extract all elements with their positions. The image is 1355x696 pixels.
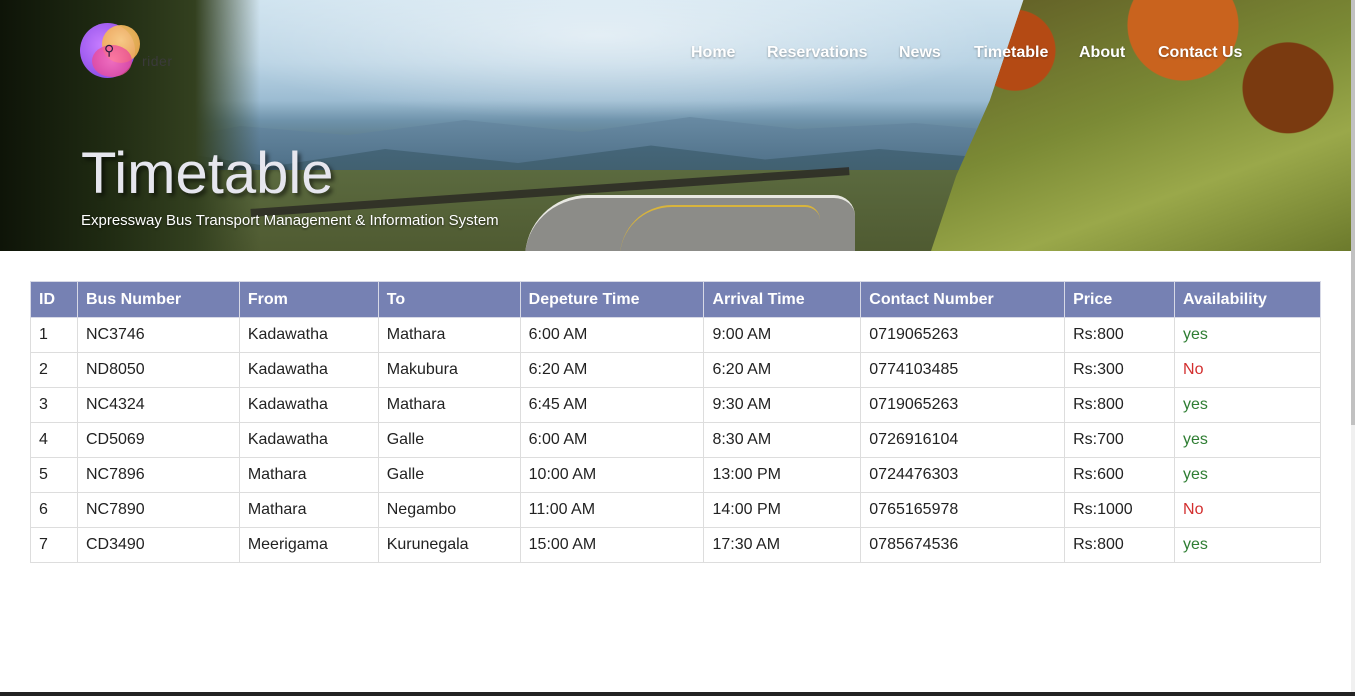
table-row: 1 NC3746 Kadawatha Mathara 6:00 AM 9:00 AM 071… [30, 317, 1321, 353]
table-cell: Negambo [377, 492, 521, 528]
table-cell: Rs:300 [1064, 352, 1176, 388]
table-cell: Mathara [238, 457, 379, 493]
column-header: Contact Number [860, 281, 1066, 318]
nav-timetable[interactable]: Timetable [974, 44, 1079, 62]
column-header: Availability [1174, 281, 1321, 318]
table-cell: Kadawatha [238, 352, 379, 388]
table-cell: 17:30 AM [703, 527, 862, 563]
brand-name: rider [142, 53, 173, 69]
table-cell: Kadawatha [238, 387, 379, 423]
table-cell: Kadawatha [238, 422, 379, 458]
table-cell: 2 [30, 352, 78, 388]
table-cell: 0774103485 [860, 352, 1066, 388]
nav-news[interactable]: News [899, 44, 974, 62]
hero-banner: ⚲ rider Home Reservations News Timetable Abo… [0, 0, 1351, 251]
table-cell: 9:30 AM [703, 387, 862, 423]
availability-cell: No [1174, 492, 1321, 528]
nav-about[interactable]: About [1079, 44, 1158, 62]
window-bottom-edge [0, 692, 1355, 696]
column-header: From [238, 281, 379, 318]
table-cell: 14:00 PM [703, 492, 862, 528]
table-row: 4 CD5069 Kadawatha Galle 6:00 AM 8:30 AM 07269… [30, 422, 1321, 458]
table-cell: Galle [377, 422, 521, 458]
table-cell: 6:20 AM [703, 352, 862, 388]
table-cell: 6:00 AM [519, 317, 705, 353]
table-cell: ND8050 [76, 352, 240, 388]
table-cell: Galle [377, 457, 521, 493]
table-cell: 0719065263 [860, 317, 1066, 353]
table-cell: 1 [30, 317, 78, 353]
column-header: Price [1064, 281, 1176, 318]
table-cell: NC7896 [76, 457, 240, 493]
column-header: ID [30, 281, 78, 318]
page-subtitle: Expressway Bus Transport Management & In… [81, 212, 499, 229]
table-row: 5 NC7896 Mathara Galle 10:00 AM 13:00 PM 07244… [30, 457, 1321, 493]
availability-cell: yes [1174, 387, 1321, 423]
table-header-row: ID Bus Number From To Depeture Time Arrival T… [30, 281, 1321, 318]
main-nav: Home Reservations News Timetable About Contac… [691, 44, 1248, 62]
table-cell: 0719065263 [860, 387, 1066, 423]
table-cell: NC7890 [76, 492, 240, 528]
table-row: 6 NC7890 Mathara Negambo 11:00 AM 14:00 PM 076… [30, 492, 1321, 528]
table-cell: Rs:1000 [1064, 492, 1176, 528]
table-cell: 0726916104 [860, 422, 1066, 458]
table-cell: 6:20 AM [519, 352, 705, 388]
table-cell: Rs:800 [1064, 387, 1176, 423]
table-cell: 6:45 AM [519, 387, 705, 423]
table-row: 7 CD3490 Meerigama Kurunegala 15:00 AM 17:30 … [30, 527, 1321, 563]
hero-road-line [620, 205, 820, 251]
nav-home[interactable]: Home [691, 44, 767, 62]
table-cell: CD3490 [76, 527, 240, 563]
table-cell: Mathara [377, 387, 521, 423]
table-cell: 11:00 AM [519, 492, 705, 528]
table-cell: NC4324 [76, 387, 240, 423]
table-row: 2 ND8050 Kadawatha Makubura 6:20 AM 6:20 AM 07… [30, 352, 1321, 388]
map-pin-icon: ⚲ [104, 42, 115, 58]
table-cell: Kadawatha [238, 317, 379, 353]
site-logo[interactable]: ⚲ rider [80, 23, 205, 81]
table-cell: 0724476303 [860, 457, 1066, 493]
table-cell: 13:00 PM [703, 457, 862, 493]
table-cell: 9:00 AM [703, 317, 862, 353]
column-header: Depeture Time [519, 281, 705, 318]
availability-cell: yes [1174, 422, 1321, 458]
table-cell: 6 [30, 492, 78, 528]
table-cell: 0785674536 [860, 527, 1066, 563]
availability-cell: yes [1174, 317, 1321, 353]
table-cell: Kurunegala [377, 527, 521, 563]
table-cell: Meerigama [238, 527, 379, 563]
table-cell: 0765165978 [860, 492, 1066, 528]
table-cell: Makubura [377, 352, 521, 388]
column-header: Arrival Time [703, 281, 862, 318]
table-cell: 7 [30, 527, 78, 563]
nav-contact-us[interactable]: Contact Us [1158, 44, 1248, 62]
vertical-scrollbar[interactable] [1351, 0, 1355, 692]
availability-cell: No [1174, 352, 1321, 388]
table-row: 3 NC4324 Kadawatha Mathara 6:45 AM 9:30 AM 071… [30, 387, 1321, 423]
table-cell: 15:00 AM [519, 527, 705, 563]
table-body: 1 NC3746 Kadawatha Mathara 6:00 AM 9:00 AM 071… [30, 317, 1321, 563]
table-cell: Mathara [377, 317, 521, 353]
table-cell: 5 [30, 457, 78, 493]
table-cell: Rs:800 [1064, 317, 1176, 353]
availability-cell: yes [1174, 457, 1321, 493]
table-cell: CD5069 [76, 422, 240, 458]
column-header: Bus Number [76, 281, 240, 318]
nav-reservations[interactable]: Reservations [767, 44, 899, 62]
column-header: To [377, 281, 521, 318]
scrollbar-thumb[interactable] [1351, 0, 1355, 425]
table-cell: NC3746 [76, 317, 240, 353]
page-title: Timetable [81, 141, 334, 206]
table-cell: 4 [30, 422, 78, 458]
table-cell: 10:00 AM [519, 457, 705, 493]
table-cell: Rs:600 [1064, 457, 1176, 493]
timetable-table: ID Bus Number From To Depeture Time Arrival T… [30, 281, 1321, 563]
table-cell: 6:00 AM [519, 422, 705, 458]
table-cell: 3 [30, 387, 78, 423]
table-cell: Rs:800 [1064, 527, 1176, 563]
table-cell: Rs:700 [1064, 422, 1176, 458]
availability-cell: yes [1174, 527, 1321, 563]
table-cell: 8:30 AM [703, 422, 862, 458]
table-cell: Mathara [238, 492, 379, 528]
